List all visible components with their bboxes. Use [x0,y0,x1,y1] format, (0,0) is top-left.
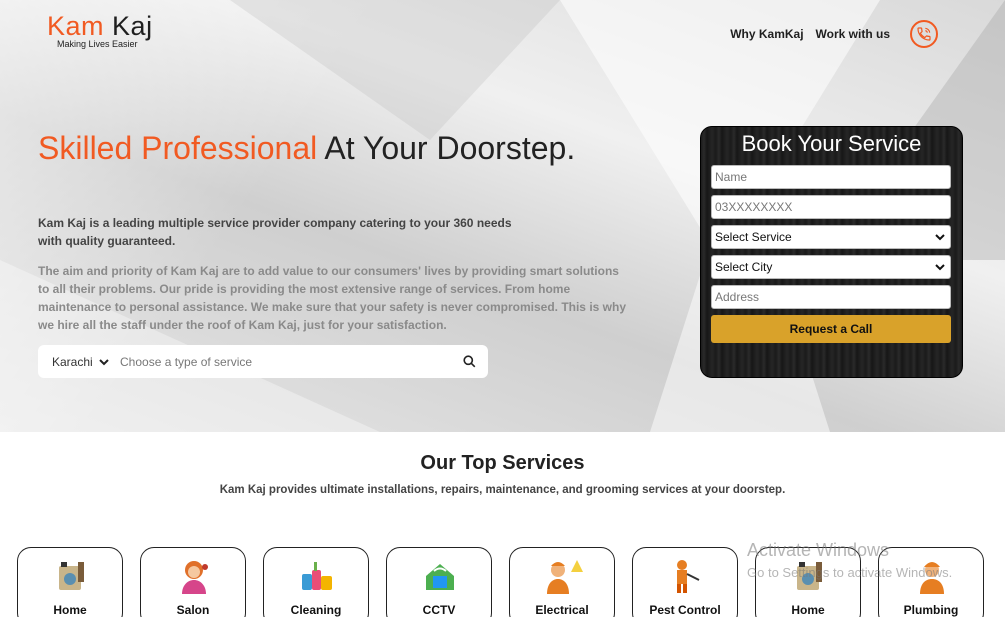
hero-section: Kam Kaj Making Lives Easier Why KamKaj W… [0,0,1005,432]
phone-field[interactable]: 03XXXXXXXX [711,195,951,219]
service-card-electrical[interactable]: Electrical [509,547,615,617]
service-select[interactable]: Select Service [711,225,951,249]
watermark-subtitle: Go to Settings to activate Windows. [747,565,953,580]
service-card-label: Plumbing [903,603,959,617]
service-card-cctv[interactable]: CCTV [386,547,492,617]
nav-link-work-with-us[interactable]: Work with us [816,27,890,41]
cctv-icon [426,564,454,590]
service-card-label: Pest Control [649,603,721,617]
phone-icon[interactable] [910,20,938,48]
service-select-value: Select Service [715,230,792,244]
salon-icon [182,561,208,594]
chevron-down-icon [935,234,945,241]
logo-text-kaj: Kaj [112,11,153,41]
electrician-icon [547,560,583,594]
city-select-value: Select City [715,260,773,274]
search-icon[interactable] [463,355,476,368]
city-dropdown[interactable]: Karachi [52,355,120,369]
service-card-home[interactable]: Home [17,547,123,617]
service-card-label: CCTV [422,603,456,617]
hero-lead-text: Kam Kaj is a leading multiple service pr… [38,216,512,248]
booking-form: Book Your Service Name 03XXXXXXXX Select… [700,126,963,378]
service-card-label: Electrical [535,603,589,617]
request-call-button[interactable]: Request a Call [711,315,951,343]
hero-headline: Skilled Professional At Your Doorstep. [38,128,575,168]
headline-accent: Skilled Professional [38,130,318,166]
nav-link-why-kamkaj[interactable]: Why KamKaj [730,27,803,41]
watermark-title: Activate Windows [747,540,890,560]
service-card-pest-control[interactable]: Pest Control [632,547,738,617]
name-field[interactable]: Name [711,165,951,189]
activate-windows-watermark: Activate Windows Go to Settings to activ… [747,540,952,580]
top-nav: Why KamKaj Work with us [730,20,938,48]
service-search-input[interactable] [120,354,463,369]
service-card-label: Salon [176,603,210,617]
booking-title: Book Your Service [741,131,922,156]
chevron-down-icon [935,264,945,271]
services-subtitle: Kam Kaj provides ultimate installations,… [219,484,786,496]
city-dropdown-value: Karachi [52,354,93,369]
logo-text-kam: Kam [47,11,105,41]
headline-rest: At Your Doorstep. [324,130,576,166]
service-card-salon[interactable]: Salon [140,547,246,617]
address-field[interactable]: Address [711,285,951,309]
city-select[interactable]: Select City [711,255,951,279]
service-card-label: Home [53,603,87,617]
pest-control-icon [677,560,700,593]
service-card-label: Home [791,603,825,617]
cleaning-icon [302,562,332,590]
chevron-down-icon [98,358,109,365]
background-facet [230,0,560,140]
phone-glyph [917,27,931,41]
hero-description: The aim and priority of Kam Kaj are to a… [38,264,626,332]
appliance-repair-icon [59,562,84,590]
services-title: Our Top Services [420,452,585,474]
service-search-bar: Karachi [38,345,488,378]
service-card-label: Cleaning [290,603,342,617]
service-card-cleaning[interactable]: Cleaning [263,547,369,617]
brand-logo[interactable]: Kam Kaj Making Lives Easier [47,11,153,49]
